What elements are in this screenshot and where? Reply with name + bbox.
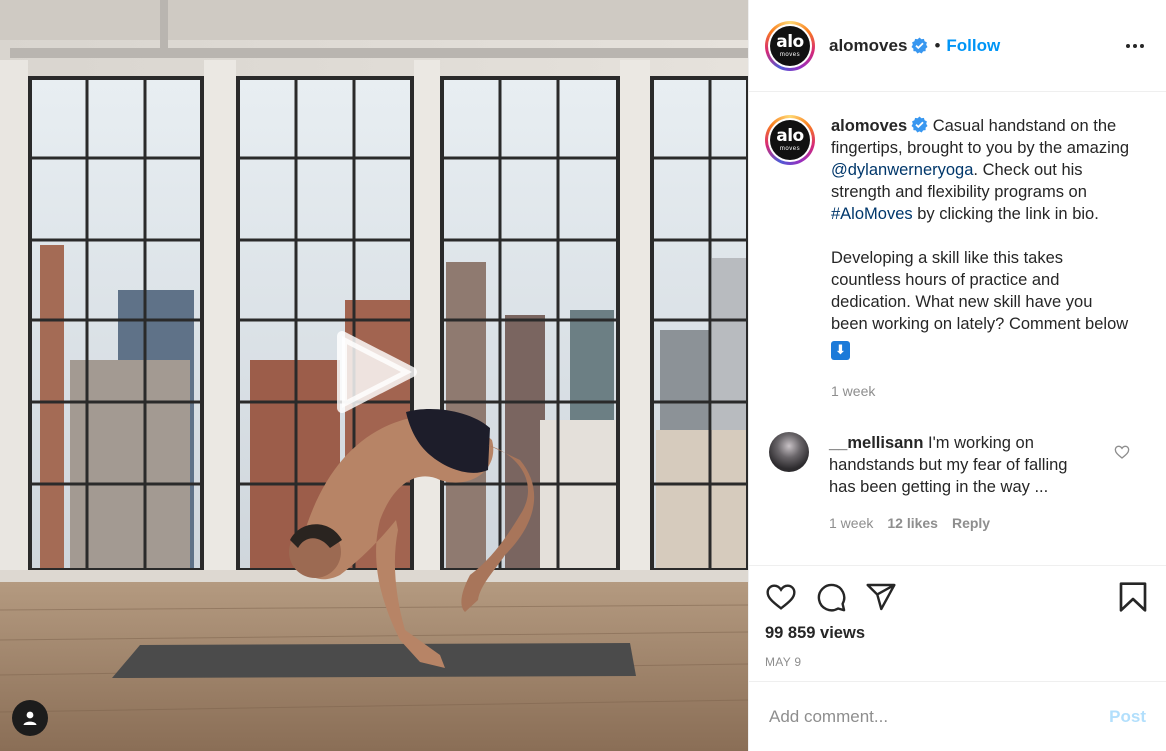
heart-icon bbox=[766, 584, 796, 610]
more-options-icon[interactable] bbox=[1120, 38, 1150, 54]
header-separator: • bbox=[934, 35, 941, 55]
post-date[interactable]: MAY 9 bbox=[765, 655, 1150, 669]
post-actions: 99 859 views MAY 9 bbox=[749, 565, 1166, 681]
comment-icon bbox=[817, 583, 846, 612]
verified-badge-icon bbox=[911, 116, 928, 133]
hashtag-link[interactable]: #AloMoves bbox=[831, 205, 913, 223]
reply-button[interactable]: Reply bbox=[952, 512, 990, 534]
author-username[interactable]: alomoves bbox=[829, 36, 907, 56]
view-count[interactable]: 99 859 views bbox=[765, 624, 1150, 643]
caption-timestamp[interactable]: 1 week bbox=[831, 380, 1131, 402]
play-button[interactable] bbox=[336, 330, 418, 414]
bookmark-icon bbox=[1119, 582, 1147, 612]
follow-button[interactable]: Follow bbox=[946, 36, 1000, 56]
caption-username[interactable]: alomoves bbox=[831, 117, 907, 135]
post-comment-button[interactable]: Post bbox=[1109, 707, 1146, 727]
commenter-avatar[interactable] bbox=[769, 431, 809, 472]
share-icon bbox=[866, 583, 896, 611]
verified-badge-icon bbox=[911, 37, 928, 54]
add-comment-input[interactable] bbox=[769, 706, 1110, 727]
post-media-video[interactable] bbox=[0, 0, 748, 751]
post-sidebar: alo moves alomoves • Follow alo moves al… bbox=[748, 0, 1166, 751]
instagram-post: alo moves alomoves • Follow alo moves al… bbox=[0, 0, 1166, 751]
post-caption: alo moves alomoves Casual handstand on t… bbox=[765, 92, 1150, 402]
caption-text: alomoves Casual handstand on the fingert… bbox=[831, 115, 1131, 402]
comment-timestamp[interactable]: 1 week bbox=[829, 512, 873, 534]
user-icon bbox=[23, 711, 37, 725]
like-button[interactable] bbox=[765, 581, 797, 613]
caption-author-avatar[interactable]: alo moves bbox=[765, 115, 815, 165]
mention-link[interactable]: @dylanwerneryoga bbox=[831, 161, 973, 179]
share-button[interactable] bbox=[865, 581, 897, 613]
save-button[interactable] bbox=[1118, 581, 1148, 613]
comment-text: __mellisann I'm working on handstands bu… bbox=[829, 432, 1097, 534]
comment-like-heart-icon[interactable] bbox=[1114, 444, 1130, 460]
down-arrow-emoji-icon: ⬇ bbox=[831, 340, 850, 360]
post-header: alo moves alomoves • Follow bbox=[749, 0, 1166, 92]
comment-item: __mellisann I'm working on handstands bu… bbox=[765, 431, 1150, 534]
alo-moves-logo: alo moves bbox=[770, 120, 810, 160]
alo-moves-logo: alo moves bbox=[770, 25, 810, 66]
comment-likes[interactable]: 12 likes bbox=[887, 512, 938, 534]
author-avatar[interactable]: alo moves bbox=[765, 20, 815, 71]
comments-section: alo moves alomoves Casual handstand on t… bbox=[749, 92, 1166, 565]
add-comment-bar: Post bbox=[749, 681, 1166, 751]
commenter-username[interactable]: __mellisann bbox=[829, 434, 923, 452]
play-icon bbox=[337, 331, 417, 413]
comment-button[interactable] bbox=[815, 581, 847, 613]
tagged-users-button[interactable] bbox=[12, 700, 48, 736]
comment-meta: 1 week 12 likes Reply bbox=[829, 512, 1097, 534]
